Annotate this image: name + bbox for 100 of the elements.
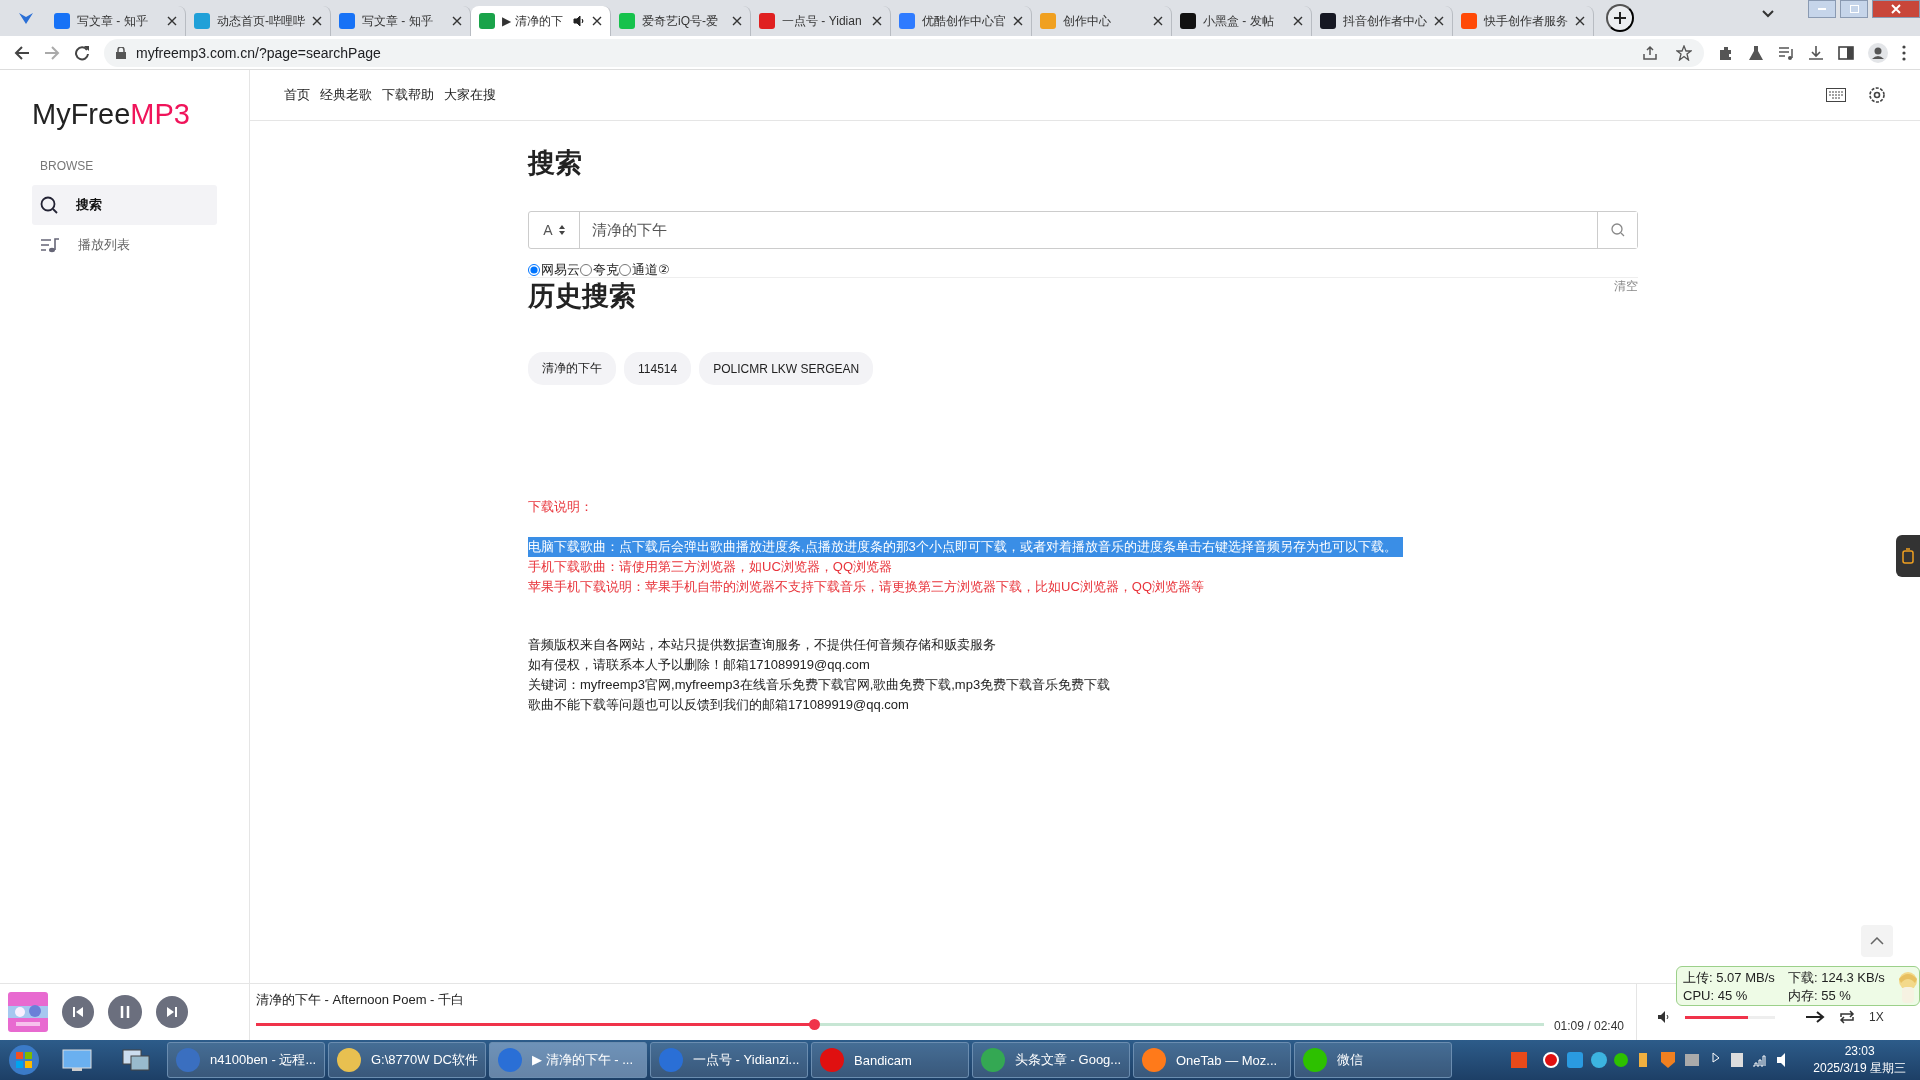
sidebar-item[interactable]: 搜索 <box>32 185 217 225</box>
close-button[interactable] <box>1872 0 1920 18</box>
nav-link[interactable]: 下载帮助 <box>382 86 434 104</box>
close-icon[interactable] <box>1153 16 1163 26</box>
bird-icon[interactable] <box>18 10 34 26</box>
close-icon[interactable] <box>1575 16 1585 26</box>
side-panel-icon[interactable] <box>1838 44 1854 61</box>
footer-line: 音频版权来自各网站，本站只提供数据查询服务，不提供任何音频存储和贩卖服务 <box>528 637 996 652</box>
new-tab-button[interactable] <box>1606 4 1634 32</box>
clear-link[interactable]: 清空 <box>1614 278 1638 295</box>
settings-icon[interactable] <box>1868 86 1886 104</box>
windows-icon[interactable] <box>122 1049 150 1071</box>
share-icon[interactable] <box>1642 44 1658 61</box>
arrow-right-icon[interactable] <box>1805 1010 1825 1024</box>
footer-line: 关键词：myfreemp3官网,myfreemp3在线音乐免费下载官网,歌曲免费下载,mp3免费下载音乐免费下载 <box>528 677 1111 692</box>
close-icon[interactable] <box>452 16 462 26</box>
nav-link[interactable]: 大家在搜 <box>444 86 496 104</box>
playlist-icon[interactable] <box>1778 44 1794 61</box>
taskbar-button[interactable]: Bandicam <box>811 1042 969 1078</box>
close-icon[interactable] <box>1013 16 1023 26</box>
star-icon[interactable] <box>1676 44 1692 61</box>
close-icon[interactable] <box>1293 16 1303 26</box>
close-icon[interactable] <box>872 16 882 26</box>
next-icon[interactable] <box>166 1006 178 1018</box>
notice-title: 下载说明： <box>528 498 594 516</box>
footer-line: 歌曲不能下载等问题也可以反馈到我们的邮箱171089919@qq.com <box>528 697 909 712</box>
section-title: 历史搜索 <box>528 280 636 313</box>
clock-time: 23:03 <box>1843 1043 1876 1060</box>
clipboard-icon[interactable] <box>1902 548 1914 564</box>
source-radio[interactable] <box>619 264 631 276</box>
desktop-icon[interactable] <box>62 1049 92 1071</box>
puzzle-icon[interactable] <box>1718 44 1734 61</box>
section-heading: BROWSE <box>40 159 95 173</box>
pause-button[interactable] <box>108 995 142 1029</box>
sidebar-item[interactable]: 播放列表 <box>32 225 217 265</box>
taskbar-button[interactable]: 一点号 - Yidianzi... <box>650 1042 808 1078</box>
previous-button[interactable] <box>62 996 94 1028</box>
previous-icon[interactable] <box>72 1006 84 1018</box>
close-icon[interactable] <box>312 16 322 26</box>
notice-line: 苹果手机下载说明：苹果手机自带的浏览器不支持下载音乐，请更换第三方浏览器下载，比如UC浏览器，QQ浏览器等 <box>528 579 1204 594</box>
speaker-icon[interactable] <box>573 15 585 27</box>
search-icon[interactable] <box>1610 223 1625 237</box>
keyboard-icon[interactable] <box>1826 88 1846 102</box>
nav-link[interactable]: 首页 <box>284 86 310 104</box>
speed-toggle[interactable]: 1X <box>1869 1010 1884 1024</box>
volume-slider[interactable] <box>1685 1015 1775 1019</box>
reload-icon[interactable] <box>74 44 90 61</box>
taskbar-button[interactable]: n4100ben - 远程... <box>167 1042 325 1078</box>
memory-usage: 内存: 55 % <box>1788 987 1852 1005</box>
playlist-icon <box>40 237 60 253</box>
lock-icon <box>116 46 126 59</box>
source-radio[interactable] <box>580 264 592 276</box>
close-icon[interactable] <box>592 16 602 26</box>
minimize-button[interactable] <box>1808 0 1836 18</box>
history-chip[interactable]: 114514 <box>624 352 692 385</box>
footer-line: 如有侵权，请联系本人予以删除！邮箱171089919@qq.com <box>528 657 870 672</box>
progress-thumb[interactable] <box>808 1018 820 1030</box>
radio-label[interactable]: 通道② <box>632 261 670 279</box>
clock-date: 2025/3/19 星期三 <box>1813 1060 1906 1077</box>
sort-icon[interactable] <box>558 225 565 235</box>
cpu-usage: CPU: 45 % <box>1683 987 1749 1005</box>
site-logo[interactable]: MyFreeMP3 <box>32 98 217 131</box>
nav-link[interactable]: 经典老歌 <box>320 86 372 104</box>
flask-icon[interactable] <box>1748 44 1764 61</box>
menu-icon[interactable] <box>1902 44 1906 61</box>
history-chip[interactable]: 清净的下午 <box>528 352 616 385</box>
taskbar-button[interactable]: 微信 <box>1294 1042 1452 1078</box>
close-icon[interactable] <box>732 16 742 26</box>
radio-label[interactable]: 网易云 <box>541 261 580 279</box>
notice-line: 手机下载歌曲：请使用第三方浏览器，如UC浏览器，QQ浏览器 <box>528 559 892 574</box>
search-field[interactable]: A 清净的下午 <box>528 211 1638 249</box>
taskbar-button[interactable]: OneTab — Moz... <box>1133 1042 1291 1078</box>
repeat-icon[interactable] <box>1839 1010 1855 1024</box>
avatar-icon[interactable] <box>1868 42 1888 63</box>
maximize-button[interactable] <box>1840 0 1868 18</box>
browser-tab[interactable]: ▶ 清净的下 <box>471 6 611 36</box>
back-icon[interactable] <box>14 44 30 61</box>
radio-label[interactable]: 夸克 <box>593 261 619 279</box>
side-tab[interactable] <box>1896 535 1920 577</box>
page-title: 搜索 <box>528 147 583 180</box>
history-chip[interactable]: POLICMR LKW SERGEAN <box>699 352 874 385</box>
time-display: 01:09 / 02:40 <box>1553 1019 1624 1033</box>
plus-icon[interactable] <box>1614 12 1626 24</box>
chevron-down-icon[interactable] <box>1762 10 1774 18</box>
volume-icon[interactable] <box>1657 1010 1671 1024</box>
close-icon[interactable] <box>167 16 177 26</box>
source-radio[interactable] <box>528 264 540 276</box>
taskbar-button[interactable]: 头条文章 - Goog... <box>972 1042 1130 1078</box>
track-title: 清净的下午 - Afternoon Poem - 千白 <box>256 991 466 1009</box>
download-icon[interactable] <box>1808 44 1824 61</box>
search-icon <box>40 196 58 214</box>
next-button[interactable] <box>156 996 188 1028</box>
pause-icon[interactable] <box>119 1005 131 1019</box>
taskbar-button[interactable]: ▶ 清净的下午 - ... <box>489 1042 647 1078</box>
start-button[interactable] <box>8 1044 40 1076</box>
taskbar-button[interactable]: G:\8770W DC软件 <box>328 1042 486 1078</box>
chevron-up-icon[interactable] <box>1870 937 1884 945</box>
close-icon[interactable] <box>1434 16 1444 26</box>
upload-speed: 上传: 5.07 MB/s <box>1683 969 1776 987</box>
address-bar[interactable]: myfreemp3.com.cn/?page=searchPage <box>104 38 1704 67</box>
